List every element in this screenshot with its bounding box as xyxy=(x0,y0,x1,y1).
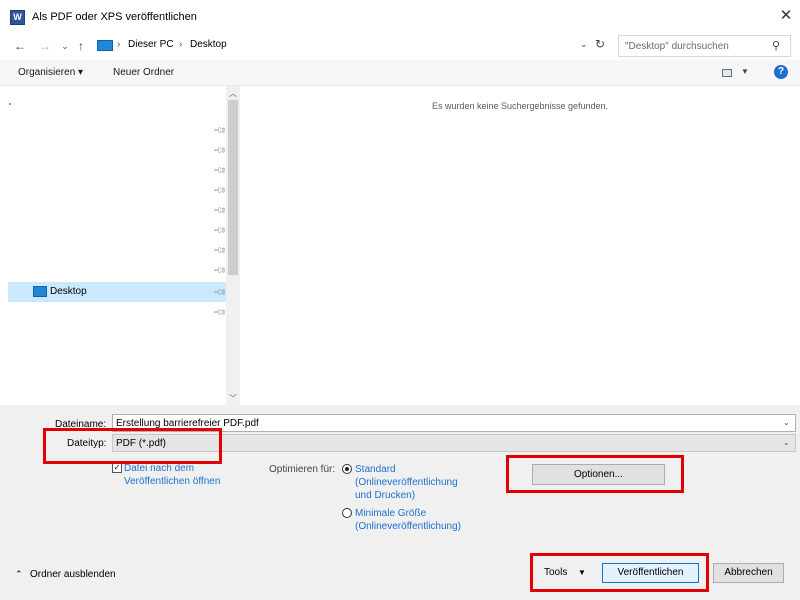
scrollbar-thumb[interactable] xyxy=(228,100,238,275)
search-input[interactable] xyxy=(625,39,765,53)
this-pc-icon xyxy=(97,40,113,51)
up-arrow-icon[interactable]: ↑ xyxy=(74,38,88,54)
refresh-icon[interactable]: ↻ xyxy=(595,37,605,51)
open-after-publish-label[interactable]: Datei nach dem Veröffentlichen öffnen xyxy=(124,462,234,488)
filename-label: Dateiname: xyxy=(55,419,107,430)
tools-chevron-down-icon: ▼ xyxy=(578,568,586,577)
search-box[interactable] xyxy=(618,35,791,57)
filename-field[interactable] xyxy=(112,414,796,432)
radio-standard-label[interactable]: Standard (Onlineveröffentlichung und Dru… xyxy=(355,463,465,502)
cancel-button[interactable]: Abbrechen xyxy=(713,563,784,583)
back-arrow-icon[interactable]: ← xyxy=(13,38,27,54)
breadcrumb-desktop[interactable]: Desktop xyxy=(190,39,227,50)
filetype-label: Dateityp: xyxy=(67,438,107,449)
breadcrumb-separator-icon: › xyxy=(179,39,183,50)
window-title: Als PDF oder XPS veröffentlichen xyxy=(32,11,197,23)
tools-label: Tools xyxy=(544,567,568,578)
address-dropdown-chevron-icon[interactable]: ⌄ xyxy=(580,39,588,50)
nav-item-desktop-label: Desktop xyxy=(50,286,87,297)
word-app-icon: W xyxy=(10,10,25,25)
view-chevron-down-icon: ▼ xyxy=(741,67,749,76)
help-icon[interactable]: ? xyxy=(774,65,788,79)
radio-selected-dot xyxy=(345,467,349,471)
hide-folders-chevron-up-icon[interactable]: ⌃ xyxy=(15,569,23,580)
empty-results-message: Es wurden keine Suchergebnisse gefunden. xyxy=(431,101,609,111)
breadcrumb-this-pc[interactable]: Dieser PC xyxy=(128,39,174,50)
options-button[interactable]: Optionen... xyxy=(532,464,665,485)
radio-standard[interactable] xyxy=(342,464,352,474)
navigation-pane xyxy=(0,86,240,405)
recent-locations-chevron-icon[interactable]: ⌄ xyxy=(58,38,72,54)
optimize-for-label: Optimieren für: xyxy=(269,464,336,475)
desktop-folder-icon xyxy=(33,286,47,297)
nav-expander-dot xyxy=(9,103,11,105)
forward-arrow-icon[interactable]: → xyxy=(38,38,52,54)
breadcrumb-separator-icon: › xyxy=(117,39,121,50)
filename-chevron-down-icon[interactable]: ⌄ xyxy=(783,418,790,427)
filename-input[interactable] xyxy=(116,416,766,430)
filetype-value: PDF (*.pdf) xyxy=(116,438,167,449)
hide-folders-button[interactable]: Ordner ausblenden xyxy=(30,569,116,580)
new-folder-button[interactable]: Neuer Ordner xyxy=(113,67,174,78)
file-list[interactable] xyxy=(240,86,800,405)
scroll-down-chevron-icon[interactable]: ﹀ xyxy=(228,393,238,403)
organize-button[interactable]: Organisieren ▾ xyxy=(18,67,83,78)
radio-minimum-size[interactable] xyxy=(342,508,352,518)
search-icon[interactable]: ⚲ xyxy=(772,39,780,52)
open-after-publish-checkbox[interactable]: ✓ xyxy=(112,463,122,473)
close-button[interactable]: ✕ xyxy=(776,6,796,26)
publish-button[interactable]: Veröffentlichen xyxy=(602,563,699,583)
filetype-select[interactable] xyxy=(112,434,796,452)
scroll-up-chevron-icon[interactable]: ︿ xyxy=(228,88,238,98)
radio-minimum-size-label[interactable]: Minimale Größe (Onlineveröffentlichung) xyxy=(355,507,465,533)
filetype-chevron-down-icon[interactable]: ⌄ xyxy=(783,438,790,447)
view-mode-icon xyxy=(722,69,732,77)
